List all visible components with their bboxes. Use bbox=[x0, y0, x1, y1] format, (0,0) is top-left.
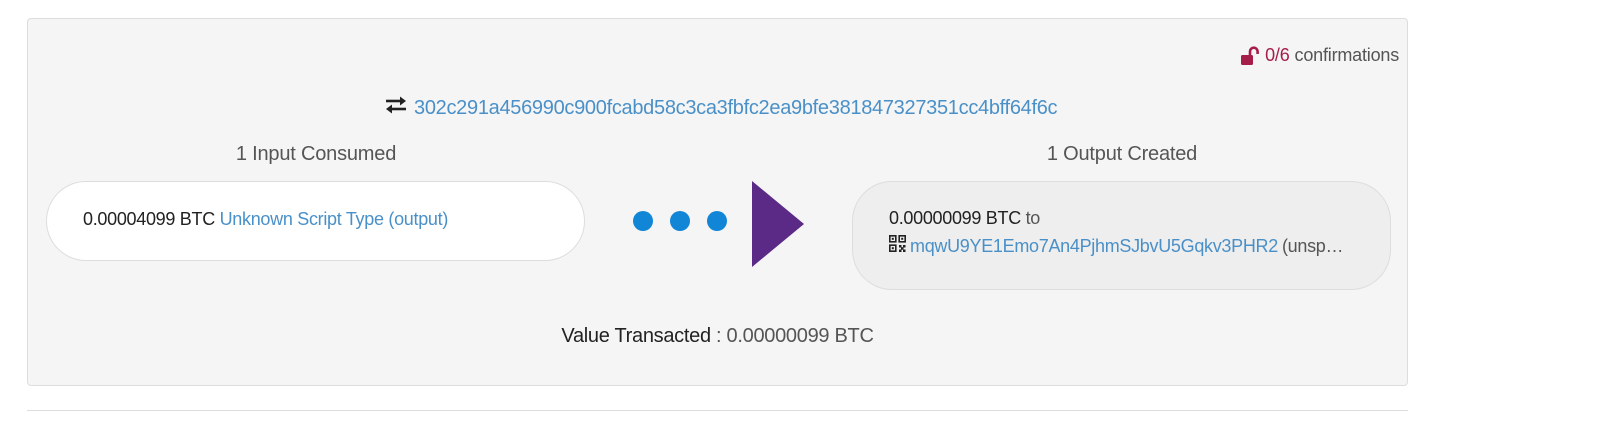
output-link[interactable]: (output) bbox=[388, 209, 448, 229]
transaction-panel: 0/6 confirmations 302c291a456990c900fcab… bbox=[27, 18, 1408, 386]
flow-dot bbox=[707, 211, 727, 231]
flow-dot bbox=[633, 211, 653, 231]
confirmations-label: confirmations bbox=[1294, 45, 1400, 65]
transaction-id-row: 302c291a456990c900fcabd58c3ca3fbfc2ea9bf… bbox=[384, 95, 1058, 121]
value-transacted-amount: : 0.00000099 BTC bbox=[716, 325, 874, 347]
flow-dot bbox=[670, 211, 690, 231]
unlocked-padlock-icon bbox=[1240, 45, 1260, 66]
divider bbox=[27, 410, 1408, 411]
confirmations-indicator: 0/6 confirmations bbox=[1240, 45, 1399, 66]
output-to-label: to bbox=[1025, 208, 1041, 228]
exchange-arrows-icon bbox=[384, 95, 408, 121]
script-type-link[interactable]: Unknown Script Type bbox=[220, 209, 384, 229]
output-item: 0.00000099 BTC to mqwU9YE1Emo7An4PjhmSJb… bbox=[852, 181, 1391, 290]
output-status: (unsp… bbox=[1281, 235, 1344, 256]
flow-dots bbox=[633, 211, 727, 231]
flow-arrow-icon bbox=[752, 181, 804, 272]
transaction-id-link[interactable]: 302c291a456990c900fcabd58c3ca3fbfc2ea9bf… bbox=[414, 97, 1058, 120]
input-item: 0.00004099 BTC Unknown Script Type (outp… bbox=[46, 181, 585, 261]
qr-code-icon[interactable] bbox=[889, 235, 906, 257]
value-transacted: Value Transacted : 0.00000099 BTC bbox=[28, 325, 1407, 348]
confirmations-count: 0/6 bbox=[1265, 45, 1290, 65]
output-address-link[interactable]: mqwU9YE1Emo7An4PjhmSJbvU5Gqkv3PHR2 bbox=[910, 236, 1278, 257]
inputs-title: 1 Input Consumed bbox=[235, 143, 397, 165]
outputs-title: 1 Output Created bbox=[1046, 143, 1198, 165]
value-transacted-label: Value Transacted bbox=[561, 325, 711, 347]
output-amount: 0.00000099 BTC bbox=[889, 208, 1021, 228]
input-amount: 0.00004099 BTC bbox=[83, 209, 215, 229]
